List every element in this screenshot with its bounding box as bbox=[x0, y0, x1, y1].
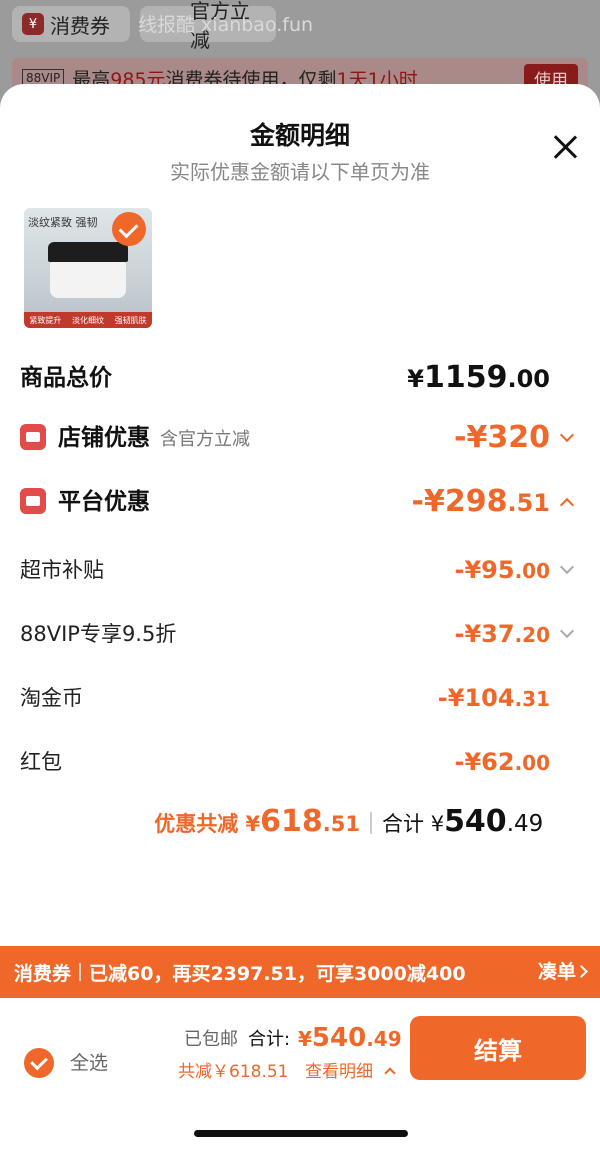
discount-summary: 优惠共减 ¥618.51 合计 ¥540.49 bbox=[0, 800, 600, 844]
product-thumbnail[interactable]: 淡纹紧致 强韧 紧致提升 淡化细纹 强韧肌肤 bbox=[24, 208, 152, 328]
home-indicator[interactable] bbox=[194, 1130, 408, 1137]
chevron-up-icon[interactable] bbox=[384, 1067, 396, 1079]
coins-row: 淘金币 -¥104.31 bbox=[20, 678, 580, 718]
coupon-divider bbox=[79, 963, 82, 981]
vip-discount-row[interactable]: 88VIP专享9.5折 -¥37.20 bbox=[20, 614, 580, 654]
chevron-down-icon[interactable] bbox=[559, 559, 575, 575]
view-detail-link[interactable]: 查看明细 bbox=[305, 1058, 373, 1086]
chevron-up-icon[interactable] bbox=[559, 497, 575, 513]
product-selected-check-icon[interactable] bbox=[112, 212, 146, 246]
checkout-footer: 全选 已包邮 合计: ¥540.49 共减￥618.51 查看明细 结算 bbox=[0, 998, 600, 1149]
amount-detail-sheet: 金额明细 实际优惠金额请以下单页为准 淡纹紧致 强韧 紧致提升 淡化细纹 强韧肌… bbox=[0, 84, 600, 1149]
supermarket-subsidy-label: 超市补贴 bbox=[20, 558, 104, 582]
coins-value: -¥104.31 bbox=[437, 684, 550, 712]
cream-jar-image bbox=[48, 242, 128, 298]
red-packet-row: 红包 -¥62.00 bbox=[20, 742, 580, 782]
total-reduction: 优惠共减 ¥618.51 bbox=[154, 804, 360, 839]
footer-total-label: 合计: bbox=[248, 1029, 291, 1050]
red-packet-label: 红包 bbox=[20, 750, 62, 774]
summary-divider bbox=[370, 812, 372, 834]
chevron-right-icon[interactable] bbox=[575, 965, 588, 978]
platform-discount-label: 平台优惠 bbox=[58, 489, 150, 515]
product-strip: 紧致提升 淡化细纹 强韧肌肤 bbox=[24, 312, 152, 328]
bg-coupon-chip: ¥ 消费券 bbox=[12, 6, 130, 42]
shop-discount-value: -¥320 bbox=[454, 420, 550, 455]
supermarket-subsidy-value: -¥95.00 bbox=[454, 556, 551, 584]
supermarket-subsidy-row[interactable]: 超市补贴 -¥95.00 bbox=[20, 550, 580, 590]
bg-chip-label: 消费券 bbox=[50, 13, 110, 38]
platform-discount-value: -¥298.51 bbox=[411, 484, 550, 519]
coupon-icon: ¥ bbox=[22, 13, 44, 35]
coins-label: 淘金币 bbox=[20, 686, 83, 710]
total-price-value: ¥1159.00 bbox=[407, 360, 550, 395]
footer-reduce-text: 共减￥618.51 bbox=[178, 1062, 289, 1082]
shop-icon bbox=[20, 423, 46, 450]
footer-total-value: ¥540.49 bbox=[298, 1023, 402, 1053]
total-price-row: 商品总价 ¥1159.00 bbox=[20, 358, 580, 398]
vip-discount-value: -¥37.20 bbox=[454, 620, 551, 648]
sheet-subtitle: 实际优惠金额请以下单页为准 bbox=[170, 160, 430, 184]
shop-discount-note: 含官方立减 bbox=[160, 429, 250, 450]
chevron-down-icon[interactable] bbox=[559, 427, 575, 443]
product-top-text: 淡纹紧致 强韧 bbox=[28, 216, 98, 229]
shop-discount-label: 店铺优惠 bbox=[58, 425, 150, 451]
platform-discount-row[interactable]: 平台优惠 -¥298.51 bbox=[20, 482, 580, 522]
coupon-tag: 消费券 bbox=[14, 962, 72, 985]
select-all-check-icon[interactable] bbox=[24, 1048, 54, 1078]
free-shipping-label: 已包邮 bbox=[184, 1029, 238, 1050]
sheet-title: 金额明细 bbox=[249, 121, 350, 150]
red-packet-value: -¥62.00 bbox=[454, 748, 551, 776]
select-all-label[interactable]: 全选 bbox=[70, 1048, 108, 1078]
platform-icon bbox=[20, 487, 46, 514]
vip-discount-label: 88VIP专享9.5折 bbox=[20, 622, 177, 646]
summary-total: 合计 ¥540.49 bbox=[382, 804, 544, 839]
coupon-text: 已减60，再买2397.51，可享3000减400 bbox=[89, 962, 466, 985]
checkout-button[interactable]: 结算 bbox=[410, 1016, 586, 1080]
total-price-label: 商品总价 bbox=[20, 365, 112, 391]
close-icon[interactable] bbox=[552, 134, 578, 160]
chevron-down-icon[interactable] bbox=[559, 623, 575, 639]
coupon-bar[interactable]: 消费券 已减60，再买2397.51，可享3000减400 凑单 bbox=[0, 946, 600, 998]
watermark: 线报酷 xianbao.fun bbox=[138, 14, 314, 36]
add-items-link[interactable]: 凑单 bbox=[538, 946, 576, 998]
shop-discount-row[interactable]: 店铺优惠 含官方立减 -¥320 bbox=[20, 418, 580, 458]
